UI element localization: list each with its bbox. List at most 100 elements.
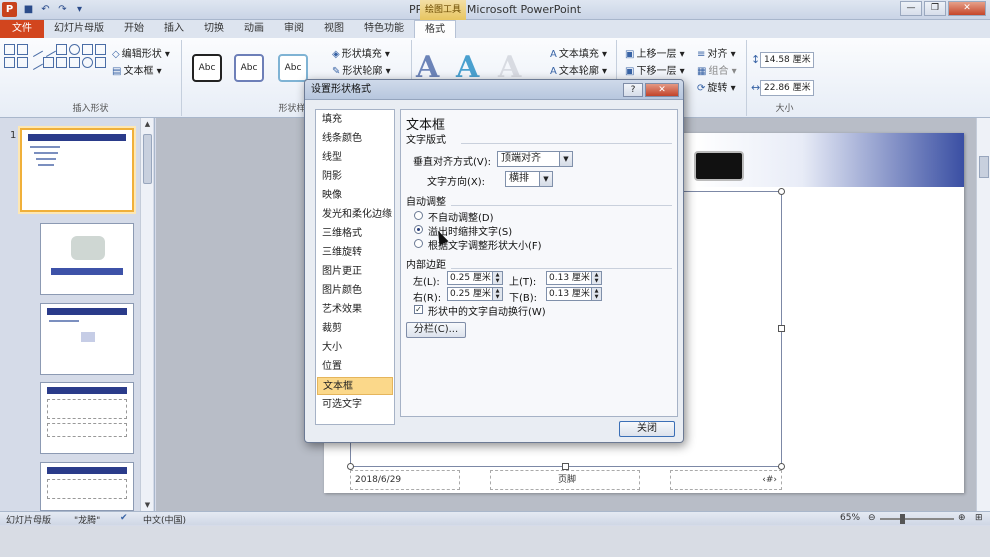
shape-height-input[interactable]: 14.58 厘米: [760, 52, 814, 68]
category-position[interactable]: 位置: [317, 358, 393, 376]
edit-shape-button[interactable]: ◇ 编辑形状 ▾: [112, 45, 170, 60]
category-picture-color[interactable]: 图片颜色: [317, 282, 393, 300]
wrap-text-checkbox[interactable]: ✓: [414, 305, 423, 314]
category-shadow[interactable]: 阴影: [317, 168, 393, 186]
category-text-box[interactable]: 文本框: [317, 377, 393, 395]
zoom-in-icon[interactable]: ⊕: [958, 513, 966, 523]
tab-special-features[interactable]: 特色功能: [354, 20, 414, 38]
align-button[interactable]: ≡ 对齐 ▾: [697, 45, 736, 60]
arrow-right-shape-icon[interactable]: [56, 57, 67, 68]
send-backward-button[interactable]: ▣ 下移一层 ▾: [625, 62, 685, 77]
smiley-shape-icon[interactable]: [82, 57, 93, 68]
rect-shape-icon[interactable]: [56, 44, 67, 55]
style-preset-1[interactable]: Abc: [192, 54, 222, 82]
category-line-color[interactable]: 线条颜色: [317, 130, 393, 148]
slide-thumbnail-layout-1[interactable]: [40, 223, 134, 295]
text-box-button[interactable]: ▤ 文本框 ▾: [112, 62, 162, 77]
zoom-level[interactable]: 65%: [840, 513, 860, 523]
spinner-icon[interactable]: ▲ ▼: [591, 288, 601, 300]
chevron-down-icon[interactable]: ▼: [559, 152, 572, 166]
top-margin-input[interactable]: 0.13 厘米 ▲ ▼: [546, 271, 602, 285]
autofit-option-none[interactable]: 不自动调整(D): [428, 209, 494, 224]
triangle-shape-icon-2[interactable]: [17, 57, 28, 68]
tab-home[interactable]: 开始: [114, 20, 154, 38]
close-window-button[interactable]: ✕: [948, 1, 986, 16]
triangle-shape-icon[interactable]: [95, 44, 106, 55]
connector-shape-icon[interactable]: [27, 54, 44, 71]
autofit-radio-none[interactable]: [414, 211, 423, 220]
tab-format[interactable]: 格式: [414, 20, 456, 38]
bottom-margin-input[interactable]: 0.13 厘米 ▲ ▼: [546, 287, 602, 301]
dialog-close-icon[interactable]: ✕: [645, 83, 679, 97]
tab-animations[interactable]: 动画: [234, 20, 274, 38]
category-glow[interactable]: 发光和柔化边缘: [317, 206, 393, 224]
canvas-scrollbar[interactable]: [976, 118, 990, 511]
resize-handle[interactable]: [778, 188, 785, 195]
left-margin-input[interactable]: 0.25 厘米 ▲ ▼: [447, 271, 503, 285]
zoom-slider[interactable]: [880, 518, 954, 520]
tab-transitions[interactable]: 切换: [194, 20, 234, 38]
rounded-rect-shape-icon[interactable]: [82, 44, 93, 55]
shape-outline-button[interactable]: ✎ 形状轮廓 ▾: [332, 62, 391, 77]
dialog-help-button[interactable]: ?: [623, 83, 643, 97]
resize-handle[interactable]: [778, 463, 785, 470]
bring-forward-button[interactable]: ▣ 上移一层 ▾: [625, 45, 685, 60]
wrap-text-label[interactable]: 形状中的文字自动换行(W): [428, 303, 546, 318]
rect-shape-icon-2[interactable]: [4, 57, 15, 68]
slide-thumbnail-layout-3[interactable]: [40, 382, 134, 454]
zoom-slider-knob[interactable]: [900, 514, 905, 524]
category-artistic-effects[interactable]: 艺术效果: [317, 301, 393, 319]
arrow-down-shape-icon[interactable]: [69, 57, 80, 68]
brace-shape-icon[interactable]: [95, 57, 106, 68]
scroll-thumb[interactable]: [143, 134, 152, 184]
scroll-up-icon[interactable]: ▲: [141, 120, 154, 128]
category-reflection[interactable]: 映像: [317, 187, 393, 205]
category-3d-rotation[interactable]: 三维旋转: [317, 244, 393, 262]
tab-insert[interactable]: 插入: [154, 20, 194, 38]
elbow-connector-shape-icon[interactable]: [43, 57, 54, 68]
arrow-line-shape-icon[interactable]: [40, 41, 57, 58]
spinner-icon[interactable]: ▲ ▼: [492, 288, 502, 300]
text-direction-select[interactable]: 横排 ▼: [505, 171, 553, 187]
rotate-button[interactable]: ⟳ 旋转 ▾: [697, 79, 736, 94]
shapes-gallery[interactable]: [4, 41, 106, 71]
shape-width-input[interactable]: 22.86 厘米: [760, 80, 814, 96]
tab-file[interactable]: 文件: [0, 20, 44, 38]
group-button[interactable]: ▦ 组合 ▾: [697, 62, 737, 77]
autofit-radio-resize[interactable]: [414, 239, 423, 248]
columns-button[interactable]: 分栏(C)...: [406, 322, 466, 338]
textbox-shape-icon[interactable]: [17, 44, 28, 55]
oval-shape-icon[interactable]: [69, 44, 80, 55]
resize-handle[interactable]: [562, 463, 569, 470]
category-3d-format[interactable]: 三维格式: [317, 225, 393, 243]
category-crop[interactable]: 裁剪: [317, 320, 393, 338]
category-size[interactable]: 大小: [317, 339, 393, 357]
dialog-close-button[interactable]: 关闭: [619, 421, 675, 437]
slide-thumbnail-master[interactable]: [20, 128, 134, 212]
right-margin-input[interactable]: 0.25 厘米 ▲ ▼: [447, 287, 503, 301]
slide-pane-scrollbar[interactable]: ▲ ▼: [140, 118, 153, 511]
autofit-radio-shrink[interactable]: [414, 225, 423, 234]
shape-fill-button[interactable]: ◈ 形状填充 ▾: [332, 45, 390, 60]
footer-placeholder[interactable]: 页脚: [490, 470, 640, 490]
spinner-icon[interactable]: ▲ ▼: [492, 272, 502, 284]
spinner-icon[interactable]: ▲ ▼: [591, 272, 601, 284]
canvas-scroll-thumb[interactable]: [979, 156, 989, 178]
resize-handle[interactable]: [347, 463, 354, 470]
date-placeholder[interactable]: 2018/6/29: [350, 470, 460, 490]
slide-thumbnail-layout-4[interactable]: [40, 462, 134, 511]
style-preset-3[interactable]: Abc: [278, 54, 308, 82]
text-fill-button[interactable]: A 文本填充 ▾: [550, 45, 607, 60]
resize-handle[interactable]: [778, 325, 785, 332]
slide-number-placeholder[interactable]: ‹#›: [670, 470, 782, 490]
scroll-down-icon[interactable]: ▼: [141, 501, 154, 509]
vertical-align-select[interactable]: 顶端对齐 ▼: [497, 151, 573, 167]
category-line-style[interactable]: 线型: [317, 149, 393, 167]
tab-slide-master[interactable]: 幻灯片母版: [44, 20, 114, 38]
category-picture-corrections[interactable]: 图片更正: [317, 263, 393, 281]
chevron-down-icon[interactable]: ▼: [539, 172, 552, 186]
category-fill[interactable]: 填充: [317, 111, 393, 129]
spellcheck-icon[interactable]: ✔: [120, 513, 128, 523]
tab-view[interactable]: 视图: [314, 20, 354, 38]
status-language[interactable]: 中文(中国): [143, 513, 186, 526]
